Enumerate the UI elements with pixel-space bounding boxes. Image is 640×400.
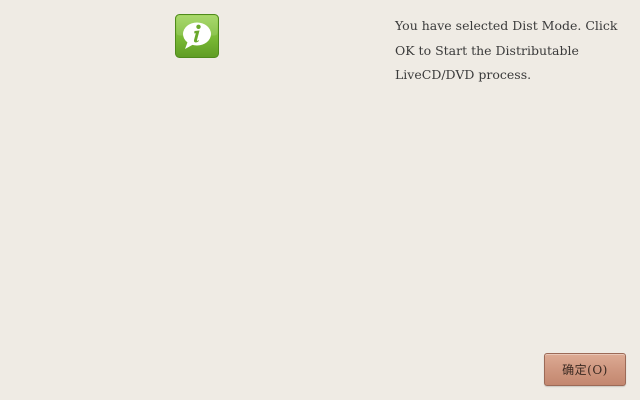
ok-button[interactable]: 确定(O) <box>544 353 626 386</box>
info-icon <box>175 14 219 58</box>
dialog-message: You have selected Dist Mode. Click OK to… <box>395 18 618 82</box>
message-dialog: You have selected Dist Mode. Click OK to… <box>0 0 640 400</box>
